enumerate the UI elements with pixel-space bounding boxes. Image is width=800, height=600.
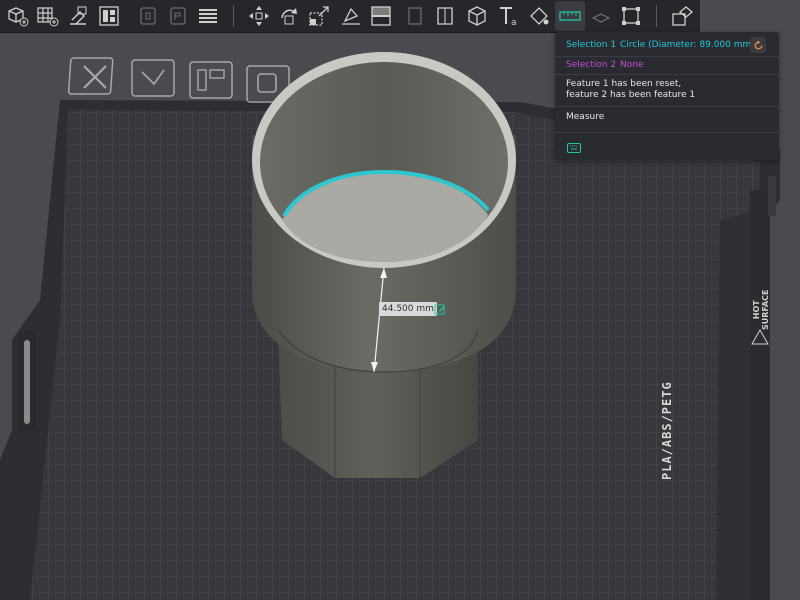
- layers-icon: [199, 9, 217, 23]
- move-button[interactable]: [244, 1, 274, 31]
- seam-painting-button[interactable]: [430, 1, 460, 31]
- auto-orient-button[interactable]: [63, 1, 93, 31]
- paint-bucket-icon: [530, 7, 549, 25]
- dimension-value-label: 44.500 mm: [379, 302, 437, 316]
- edit-dimension-button[interactable]: [433, 302, 447, 316]
- reset-selection-button[interactable]: [750, 37, 766, 53]
- fit-view-button[interactable]: [616, 1, 646, 31]
- message-line2: feature 2 has been feature 1: [566, 90, 696, 100]
- rotate-icon: [281, 8, 297, 25]
- lay-on-face-button[interactable]: [336, 1, 366, 31]
- surface-text: SURFACE: [761, 289, 770, 331]
- ruler-icon: [559, 11, 581, 21]
- scale-button[interactable]: [304, 1, 334, 31]
- selection1-label: Selection 1: [566, 40, 617, 50]
- lay-on-face-icon: [342, 7, 360, 25]
- cube-icon: [468, 6, 486, 26]
- emboss-icon: [591, 13, 611, 23]
- seam-painting-icon: [437, 7, 453, 25]
- edit-icon: [434, 304, 445, 315]
- support-painting-button[interactable]: [400, 1, 430, 31]
- measure-section-title: Measure: [566, 112, 605, 122]
- color-painting-button[interactable]: [524, 1, 554, 31]
- split-objects-button[interactable]: [133, 1, 163, 31]
- selection2-value: None: [620, 60, 644, 70]
- frame-icon: [622, 7, 640, 25]
- assembly-view-button[interactable]: [667, 1, 697, 31]
- text-shape-button[interactable]: a: [494, 1, 524, 31]
- split-parts-icon: [170, 7, 186, 25]
- arrange-icon: [99, 6, 119, 26]
- emboss-button[interactable]: [586, 1, 616, 31]
- add-object-button[interactable]: [2, 1, 32, 31]
- measure-panel: Selection 1 Circle (Diameter: 89.000 mm)…: [555, 32, 779, 160]
- arrange-button[interactable]: [94, 1, 124, 31]
- assembly-view-icon: [672, 6, 694, 26]
- top-toolbar: a: [0, 0, 700, 33]
- selection2-label: Selection 2: [566, 60, 617, 70]
- hot-text: HOT: [752, 300, 761, 320]
- reset-icon: [754, 39, 762, 49]
- message-line1: Feature 1 has been reset,: [566, 79, 682, 89]
- cut-button[interactable]: [366, 1, 396, 31]
- assembly-button[interactable]: [462, 1, 492, 31]
- plate-material-text: PLA/ABS/PETG: [660, 381, 674, 480]
- rotate-button[interactable]: [274, 1, 304, 31]
- layers-button[interactable]: [193, 1, 223, 31]
- add-plate-button[interactable]: [32, 1, 62, 31]
- text-icon: a: [500, 7, 517, 28]
- cut-icon: [371, 6, 391, 26]
- add-plate-icon: [37, 7, 59, 27]
- keyboard-icon: [570, 145, 577, 150]
- scale-icon: [309, 6, 329, 26]
- hot-surface-warning: HOT SURFACE: [752, 290, 770, 331]
- support-painting-icon: [408, 7, 422, 25]
- selection1-value: Circle (Diameter: 89.000 mm): [620, 40, 755, 50]
- orient-icon: [70, 6, 87, 25]
- measure-button[interactable]: [555, 1, 585, 31]
- svg-text:a: a: [511, 18, 517, 28]
- split-objects-icon: [140, 7, 156, 25]
- cup-model[interactable]: [252, 52, 516, 478]
- add-cube-icon: [8, 7, 29, 27]
- split-parts-button[interactable]: [163, 1, 193, 31]
- move-icon: [249, 6, 269, 26]
- keyboard-shortcuts-button[interactable]: [567, 143, 581, 153]
